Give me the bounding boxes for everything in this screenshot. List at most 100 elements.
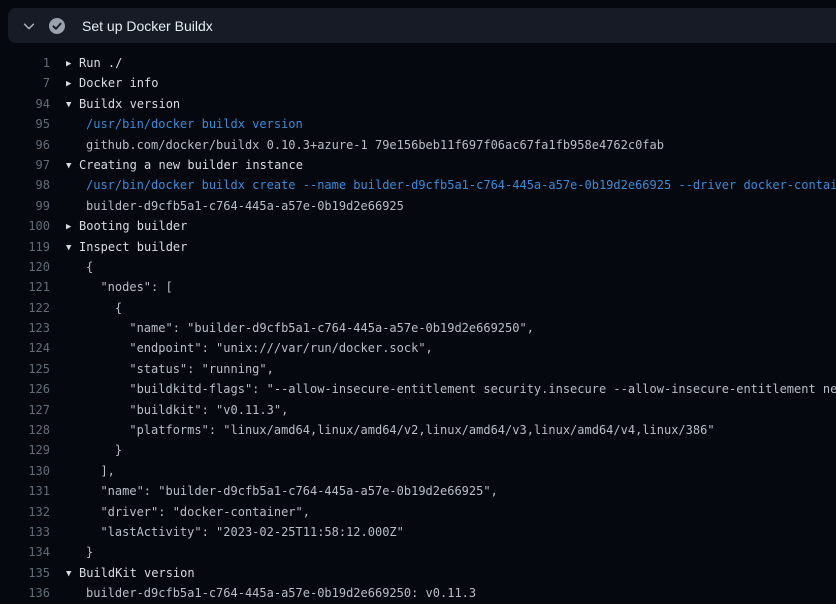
check-circle-glyph xyxy=(48,17,66,35)
log-line-row: 121 "nodes": [ xyxy=(0,277,836,297)
log-line-text: "driver": "docker-container", xyxy=(66,502,836,522)
log-group-toggle[interactable]: ▶Run ./ xyxy=(66,53,836,73)
log-line-row: 136 builder-d9cfb5a1-c764-445a-a57e-0b19d… xyxy=(0,583,836,603)
log-line-row: 124 "endpoint": "unix:///var/run/docker.… xyxy=(0,338,836,358)
log-line-text: "platforms": "linux/amd64,linux/amd64/v2… xyxy=(66,420,836,440)
triangle-collapsed-icon[interactable]: ▶ xyxy=(66,217,79,236)
log-line-row: 131 "name": "builder-d9cfb5a1-c764-445a-… xyxy=(0,481,836,501)
log-line-text: /usr/bin/docker buildx create --name bui… xyxy=(66,175,836,195)
log-group-row: 94 ▼Buildx version xyxy=(0,94,836,114)
line-number[interactable]: 1 xyxy=(0,53,50,73)
log-group-toggle[interactable]: ▶Docker info xyxy=(66,73,836,93)
line-number[interactable]: 94 xyxy=(0,94,50,114)
log-line-text: "status": "running", xyxy=(66,359,836,379)
group-title: BuildKit version xyxy=(79,566,195,580)
line-number[interactable]: 99 xyxy=(0,196,50,216)
log-group-toggle[interactable]: ▶Booting builder xyxy=(66,216,836,236)
line-number[interactable]: 135 xyxy=(0,563,50,583)
line-number[interactable]: 122 xyxy=(0,298,50,318)
line-number[interactable]: 100 xyxy=(0,216,50,236)
status-check-icon xyxy=(44,17,70,35)
log-line-text: builder-d9cfb5a1-c764-445a-a57e-0b19d2e6… xyxy=(66,583,836,603)
log-group-toggle[interactable]: ▼Buildx version xyxy=(66,94,836,114)
log-line-text: builder-d9cfb5a1-c764-445a-a57e-0b19d2e6… xyxy=(66,196,836,216)
log-group-row: 97 ▼Creating a new builder instance xyxy=(0,155,836,175)
log-group-toggle[interactable]: ▼Inspect builder xyxy=(66,237,836,257)
line-number[interactable]: 95 xyxy=(0,114,50,134)
log-group-row: 135 ▼BuildKit version xyxy=(0,563,836,583)
log-group-row: 119 ▼Inspect builder xyxy=(0,237,836,257)
line-number[interactable]: 132 xyxy=(0,502,50,522)
log-line-text: } xyxy=(66,440,836,460)
line-number[interactable]: 129 xyxy=(0,440,50,460)
log-line-text: github.com/docker/buildx 0.10.3+azure-1 … xyxy=(66,135,836,155)
triangle-expanded-icon[interactable]: ▼ xyxy=(66,95,79,114)
log-line-row: 126 "buildkitd-flags": "--allow-insecure… xyxy=(0,379,836,399)
log-line-text: "lastActivity": "2023-02-25T11:58:12.000… xyxy=(66,522,836,542)
group-title: Inspect builder xyxy=(79,240,187,254)
group-title: Docker info xyxy=(79,76,158,90)
log-line-text: "name": "builder-d9cfb5a1-c764-445a-a57e… xyxy=(66,481,836,501)
line-number[interactable]: 128 xyxy=(0,420,50,440)
line-number[interactable]: 7 xyxy=(0,73,50,93)
log-line-row: 127 "buildkit": "v0.11.3", xyxy=(0,400,836,420)
step-header[interactable]: Set up Docker Buildx xyxy=(8,8,836,43)
line-number[interactable]: 121 xyxy=(0,277,50,297)
log-line-row: 95/usr/bin/docker buildx version xyxy=(0,114,836,134)
log-line-text: "buildkitd-flags": "--allow-insecure-ent… xyxy=(66,379,836,399)
line-number[interactable]: 98 xyxy=(0,175,50,195)
line-number[interactable]: 133 xyxy=(0,522,50,542)
log-group-row: 100 ▶Booting builder xyxy=(0,216,836,236)
log-line-row: 122 { xyxy=(0,298,836,318)
log-group-toggle[interactable]: ▼BuildKit version xyxy=(66,563,836,583)
chevron-down-icon[interactable] xyxy=(14,19,44,33)
line-number[interactable]: 123 xyxy=(0,318,50,338)
line-number[interactable]: 134 xyxy=(0,542,50,562)
log-line-text: } xyxy=(66,542,836,562)
log-group-row: 1 ▶Run ./ xyxy=(0,53,836,73)
log-line-row: 128 "platforms": "linux/amd64,linux/amd6… xyxy=(0,420,836,440)
log-line-row: 129 } xyxy=(0,440,836,460)
group-title: Booting builder xyxy=(79,219,187,233)
log-line-text: { xyxy=(66,298,836,318)
log-line-row: 98/usr/bin/docker buildx create --name b… xyxy=(0,175,836,195)
line-number[interactable]: 130 xyxy=(0,461,50,481)
line-number[interactable]: 120 xyxy=(0,257,50,277)
triangle-collapsed-icon[interactable]: ▶ xyxy=(66,54,79,73)
line-number[interactable]: 119 xyxy=(0,237,50,257)
chevron-down-glyph xyxy=(22,19,36,33)
line-number[interactable]: 125 xyxy=(0,359,50,379)
line-number[interactable]: 124 xyxy=(0,338,50,358)
triangle-expanded-icon[interactable]: ▼ xyxy=(66,564,79,583)
log-line-text: "endpoint": "unix:///var/run/docker.sock… xyxy=(66,338,836,358)
group-title: Buildx version xyxy=(79,97,180,111)
log-line-row: 125 "status": "running", xyxy=(0,359,836,379)
log-line-row: 96 github.com/docker/buildx 0.10.3+azure-… xyxy=(0,135,836,155)
group-title: Run ./ xyxy=(79,56,122,70)
log-line-text: { xyxy=(66,257,836,277)
line-number[interactable]: 127 xyxy=(0,400,50,420)
line-number[interactable]: 97 xyxy=(0,155,50,175)
log-group-row: 7 ▶Docker info xyxy=(0,73,836,93)
triangle-expanded-icon[interactable]: ▼ xyxy=(66,156,79,175)
line-number[interactable]: 131 xyxy=(0,481,50,501)
group-title: Creating a new builder instance xyxy=(79,158,303,172)
log-group-toggle[interactable]: ▼Creating a new builder instance xyxy=(66,155,836,175)
log-line-row: 132 "driver": "docker-container", xyxy=(0,502,836,522)
log-line-text: "name": "builder-d9cfb5a1-c764-445a-a57e… xyxy=(66,318,836,338)
log-line-row: 133 "lastActivity": "2023-02-25T11:58:12… xyxy=(0,522,836,542)
log-line-text: /usr/bin/docker buildx version xyxy=(66,114,836,134)
log-line-text: ], xyxy=(66,461,836,481)
triangle-expanded-icon[interactable]: ▼ xyxy=(66,238,79,257)
log-output: 1▶Run ./7▶Docker info94▼Buildx version95… xyxy=(0,44,836,604)
log-line-row: 99 builder-d9cfb5a1-c764-445a-a57e-0b19d2… xyxy=(0,196,836,216)
log-line-row: 134} xyxy=(0,542,836,562)
line-number[interactable]: 96 xyxy=(0,135,50,155)
line-number[interactable]: 136 xyxy=(0,583,50,603)
triangle-collapsed-icon[interactable]: ▶ xyxy=(66,74,79,93)
step-title: Set up Docker Buildx xyxy=(82,18,213,34)
log-line-row: 130 ], xyxy=(0,461,836,481)
log-line-row: 123 "name": "builder-d9cfb5a1-c764-445a-… xyxy=(0,318,836,338)
line-number[interactable]: 126 xyxy=(0,379,50,399)
log-line-row: 120 { xyxy=(0,257,836,277)
